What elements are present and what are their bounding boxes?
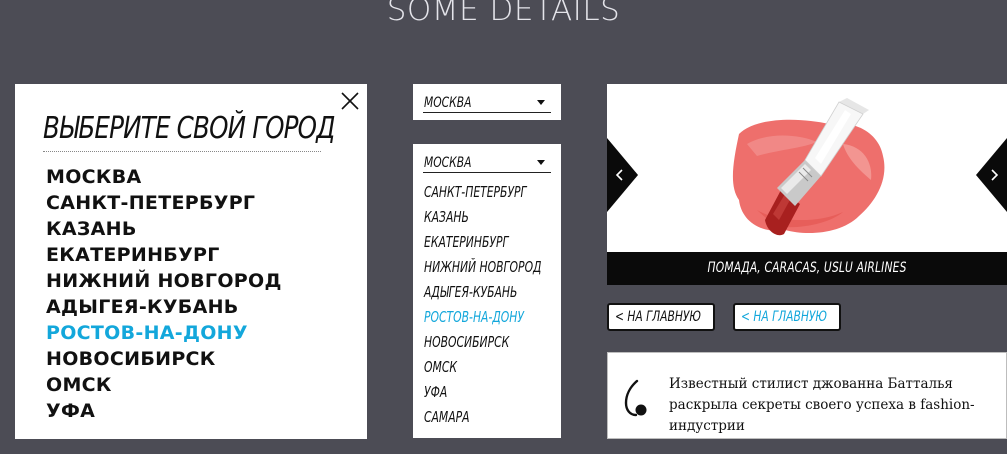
city-list: МОСКВА САНКТ-ПЕТЕРБУРГ КАЗАНЬ ЕКАТЕРИНБУРГ Н… — [46, 164, 282, 424]
city-option[interactable]: МОСКВА — [46, 164, 282, 190]
dropdown-option[interactable]: АДЫГЕЯ-КУБАНЬ — [424, 280, 542, 305]
city-option[interactable]: САНКТ-ПЕТЕРБУРГ — [46, 190, 282, 216]
close-button[interactable] — [339, 90, 361, 112]
slide-caption: ПОМАДА, CARACAS, USLU AIRLINES — [607, 252, 1007, 285]
dropdown-options: САНКТ-ПЕТЕРБУРГ КАЗАНЬ ЕКАТЕРИНБУРГ НИЖНИЙ … — [424, 180, 571, 430]
chevron-left-icon: < — [615, 309, 624, 325]
city-option[interactable]: РОСТОВ-НА-ДОНУ — [46, 320, 282, 346]
dropdown-selected-value: МОСКВА — [424, 95, 472, 111]
quote-mark-icon — [624, 379, 647, 417]
dropdown-selected-value: МОСКВА — [424, 155, 472, 171]
slide-caption-text: ПОМАДА, CARACAS, USLU AIRLINES — [707, 260, 907, 276]
city-option[interactable]: УФА — [46, 398, 282, 424]
dropdown-option[interactable]: РОСТОВ-НА-ДОНУ — [424, 305, 542, 330]
home-button[interactable]: < НА ГЛАВНУЮ — [607, 303, 715, 331]
page-heading: SOME DETAILS — [386, 0, 621, 28]
city-dropdown-open: МОСКВА САНКТ-ПЕТЕРБУРГ КАЗАНЬ ЕКАТЕРИНБУРГ… — [413, 144, 561, 438]
caret-down-icon — [537, 100, 545, 105]
dropdown-toggle[interactable]: МОСКВА — [423, 92, 551, 113]
home-button-label: НА ГЛАВНУЮ — [753, 309, 827, 325]
dropdown-option[interactable]: ЕКАТЕРИНБУРГ — [424, 230, 542, 255]
city-option[interactable]: ОМСК — [46, 372, 282, 398]
dropdown-option[interactable]: САНКТ-ПЕТЕРБУРГ — [424, 180, 542, 205]
city-option[interactable]: ЕКАТЕРИНБУРГ — [46, 242, 282, 268]
home-button-content: < НА ГЛАВНУЮ — [741, 309, 827, 326]
caret-down-icon — [537, 160, 545, 165]
chevron-left-icon — [607, 138, 638, 212]
dropdown-toggle[interactable]: МОСКВА — [423, 152, 551, 173]
slider-prev-button[interactable] — [607, 138, 638, 212]
modal-title: ВЫБЕРИТЕ СВОЙ ГОРОД — [43, 111, 335, 146]
quote-text: Известный стилист джованна Батталья раск… — [669, 376, 975, 434]
image-slider: ПОМАДА, CARACAS, USLU AIRLINES — [607, 84, 1007, 285]
lipstick-icon — [732, 98, 885, 236]
quote-card: Известный стилист джованна Батталья раск… — [607, 352, 1007, 439]
dropdown-option[interactable]: УФА — [424, 380, 542, 405]
dropdown-option[interactable]: КАЗАНЬ — [424, 205, 542, 230]
city-option[interactable]: НОВОСИБИРСК — [46, 346, 282, 372]
home-button-label: НА ГЛАВНУЮ — [627, 309, 701, 325]
city-option[interactable]: АДЫГЕЯ-КУБАНЬ — [46, 294, 282, 320]
dropdown-option[interactable]: НИЖНИЙ НОВГОРОД — [424, 255, 542, 280]
chevron-right-icon — [976, 138, 1007, 212]
slider-next-button[interactable] — [976, 138, 1007, 212]
dropdown-option[interactable]: САМАРА — [424, 405, 542, 430]
city-dropdown-collapsed: МОСКВА — [413, 84, 561, 120]
close-icon — [341, 92, 359, 110]
city-select-modal: ВЫБЕРИТЕ СВОЙ ГОРОД МОСКВА САНКТ-ПЕТЕРБУР… — [15, 84, 367, 439]
home-button-content: < НА ГЛАВНУЮ — [615, 309, 701, 326]
dropdown-option[interactable]: ОМСК — [424, 355, 542, 380]
city-option[interactable]: КАЗАНЬ — [46, 216, 282, 242]
title-divider — [43, 151, 321, 152]
chevron-left-icon: < — [741, 309, 750, 325]
home-button-hover[interactable]: < НА ГЛАВНУЮ — [733, 303, 841, 331]
dropdown-option[interactable]: НОВОСИБИРСК — [424, 330, 542, 355]
city-option[interactable]: НИЖНИЙ НОВГОРОД — [46, 268, 282, 294]
